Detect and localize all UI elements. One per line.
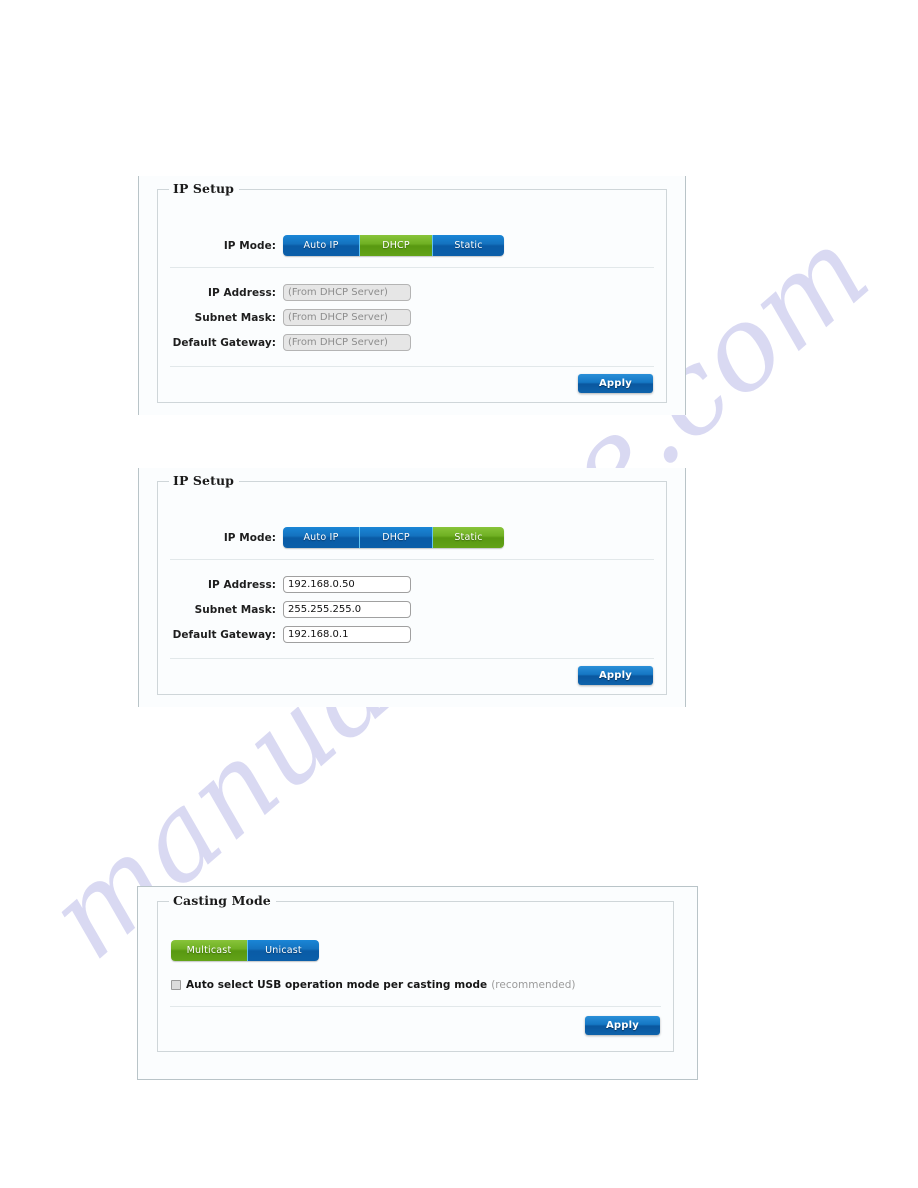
- default-gateway-input-static[interactable]: [283, 626, 411, 643]
- ip-mode-segmented-static[interactable]: Auto IP DHCP Static: [283, 527, 504, 548]
- default-gateway-input-dhcp[interactable]: [283, 334, 411, 351]
- default-gateway-label-static: Default Gateway:: [172, 628, 276, 641]
- screenshot-frame-ip-setup-static: IP Setup IP Mode: Auto IP DHCP Static IP…: [138, 468, 686, 707]
- ip-mode-auto-ip-button-static[interactable]: Auto IP: [283, 527, 359, 548]
- field-row-subnet-mask-dhcp: Subnet Mask:: [158, 309, 411, 326]
- auto-select-usb-hint: (recommended): [491, 979, 576, 991]
- ip-address-input-static[interactable]: [283, 576, 411, 593]
- ip-mode-label-dhcp: IP Mode:: [223, 239, 276, 252]
- screenshot-frame-casting-mode: Casting Mode Multicast Unicast Auto sele…: [137, 886, 698, 1080]
- subnet-mask-label-dhcp: Subnet Mask:: [194, 311, 276, 324]
- subnet-mask-label-static: Subnet Mask:: [194, 603, 276, 616]
- casting-mode-row: Multicast Unicast: [171, 940, 673, 961]
- fieldset-ip-setup-dhcp: IP Setup IP Mode: Auto IP DHCP Static IP…: [157, 181, 667, 403]
- divider-bottom-static: [170, 658, 654, 659]
- ip-mode-label-static: IP Mode:: [223, 531, 276, 544]
- fieldset-ip-setup-static: IP Setup IP Mode: Auto IP DHCP Static IP…: [157, 473, 667, 695]
- apply-button-dhcp[interactable]: Apply: [578, 374, 653, 393]
- subnet-mask-input-static[interactable]: [283, 601, 411, 618]
- field-row-subnet-mask-static: Subnet Mask:: [158, 601, 411, 618]
- ip-mode-segmented-dhcp[interactable]: Auto IP DHCP Static: [283, 235, 504, 256]
- ip-mode-dhcp-button-static[interactable]: DHCP: [359, 527, 432, 548]
- ip-mode-row-static: IP Mode: Auto IP DHCP Static: [158, 527, 666, 548]
- field-row-default-gateway-dhcp: Default Gateway:: [158, 334, 411, 351]
- casting-mode-multicast-button[interactable]: Multicast: [171, 940, 247, 961]
- ip-mode-static-button-static[interactable]: Static: [432, 527, 504, 548]
- legend-casting-mode: Casting Mode: [169, 893, 276, 908]
- ip-mode-dhcp-button-dhcp[interactable]: DHCP: [359, 235, 432, 256]
- subnet-mask-input-dhcp[interactable]: [283, 309, 411, 326]
- ip-address-input-dhcp[interactable]: [283, 284, 411, 301]
- divider-bottom-dhcp: [170, 366, 654, 367]
- casting-mode-unicast-button[interactable]: Unicast: [247, 940, 319, 961]
- divider-top-dhcp: [170, 267, 654, 268]
- apply-button-static[interactable]: Apply: [578, 666, 653, 685]
- auto-select-usb-checkbox[interactable]: [171, 980, 181, 990]
- field-row-default-gateway-static: Default Gateway:: [158, 626, 411, 643]
- screenshot-frame-ip-setup-dhcp: IP Setup IP Mode: Auto IP DHCP Static IP…: [138, 176, 686, 415]
- auto-select-usb-row: Auto select USB operation mode per casti…: [171, 979, 576, 991]
- fieldset-casting-mode: Casting Mode Multicast Unicast Auto sele…: [157, 893, 674, 1052]
- auto-select-usb-label: Auto select USB operation mode per casti…: [186, 979, 488, 991]
- ip-address-label-dhcp: IP Address:: [208, 286, 276, 299]
- page-root: IP Setup IP Mode: Auto IP DHCP Static IP…: [0, 0, 918, 1188]
- apply-button-casting-mode[interactable]: Apply: [585, 1016, 660, 1035]
- default-gateway-label-dhcp: Default Gateway:: [172, 336, 276, 349]
- divider-top-static: [170, 559, 654, 560]
- ip-mode-static-button-dhcp[interactable]: Static: [432, 235, 504, 256]
- casting-mode-segmented[interactable]: Multicast Unicast: [171, 940, 319, 961]
- ip-mode-row-dhcp: IP Mode: Auto IP DHCP Static: [158, 235, 666, 256]
- ip-address-label-static: IP Address:: [208, 578, 276, 591]
- field-row-ip-address-static: IP Address:: [158, 576, 411, 593]
- legend-ip-setup-static: IP Setup: [169, 473, 239, 488]
- field-row-ip-address-dhcp: IP Address:: [158, 284, 411, 301]
- divider-casting-mode: [170, 1006, 661, 1007]
- ip-mode-auto-ip-button-dhcp[interactable]: Auto IP: [283, 235, 359, 256]
- legend-ip-setup-dhcp: IP Setup: [169, 181, 239, 196]
